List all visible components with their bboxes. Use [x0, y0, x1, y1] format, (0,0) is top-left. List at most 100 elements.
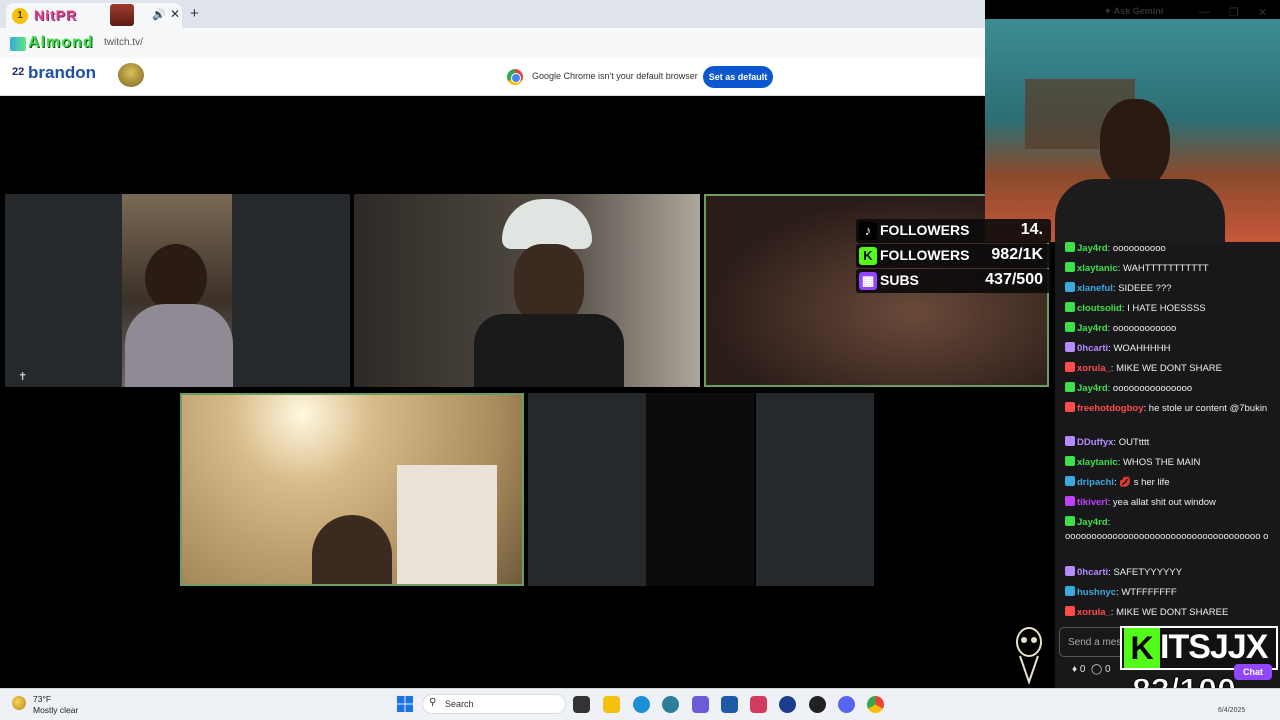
channel-points[interactable]: ♦ 0 ◯ 0 [1072, 664, 1111, 675]
chat-username[interactable]: xlaytanic [1077, 457, 1118, 468]
chat-username[interactable]: 0hcarti [1077, 343, 1108, 354]
chat-username[interactable]: freehotdogboy [1077, 403, 1144, 414]
chat-badge-icon [1065, 362, 1075, 372]
chat-message: hushnyc: WTFFFFFFF [1065, 586, 1275, 600]
chrome-taskbar-icon[interactable] [867, 696, 884, 713]
set-default-button[interactable]: Set as default [703, 66, 773, 88]
chat-username[interactable]: xorula_ [1077, 607, 1111, 618]
url-field[interactable]: twitch.tv/ [104, 37, 143, 48]
chat-message: cloutsolid: I HATE HOESSSS [1065, 302, 1275, 316]
chat-panel: Jay4rd: oooooooooo xlaytanic: WAHTTTTTTTT… [1055, 242, 1280, 688]
tab-favicon-image [110, 4, 134, 26]
counter-value: 14. [1020, 221, 1043, 238]
video-tile-7[interactable] [756, 393, 874, 586]
app-icon-2[interactable] [809, 696, 826, 713]
chat-badge-icon [1065, 476, 1075, 486]
chat-badge-icon [1065, 456, 1075, 466]
chat-username[interactable]: Jay4rd [1077, 243, 1108, 254]
file-explorer-icon[interactable] [603, 696, 620, 713]
chat-button[interactable]: Chat [1234, 664, 1272, 680]
counter-value: 982/1K [991, 246, 1043, 263]
goal-channel-name: ITSJJX [1160, 628, 1268, 666]
chat-username[interactable]: Jay4rd [1077, 323, 1108, 334]
chat-badge-icon [1065, 282, 1075, 292]
video-tile-6[interactable] [646, 393, 754, 586]
ask-gemini-label: Ask Gemini [1113, 6, 1164, 16]
window-close-icon[interactable]: ✕ [1258, 6, 1267, 19]
chat-text: I HATE HOESSSS [1127, 303, 1206, 314]
participant-shirt [474, 314, 624, 387]
chat-text: WOAHHHHH [1113, 343, 1171, 354]
chat-username[interactable]: xlaneful [1077, 283, 1113, 294]
close-icon[interactable]: ✕ [170, 7, 180, 21]
chat-username[interactable]: xorula_ [1077, 363, 1111, 374]
discord-icon[interactable] [838, 696, 855, 713]
participant-hoodie [125, 304, 233, 387]
mic-off-icon[interactable]: ✝ [18, 370, 27, 383]
participant-head [312, 515, 392, 584]
chat-username[interactable]: hushnyc [1077, 587, 1116, 598]
taskbar-search[interactable] [422, 694, 566, 714]
chat-username[interactable]: tikiverl [1077, 497, 1108, 508]
taskbar-date: 6/4/2025 [1218, 707, 1246, 714]
chat-message: tikiverl: yea allat shit out window [1065, 496, 1275, 510]
maximize-icon[interactable]: ❐ [1229, 6, 1239, 19]
minimize-icon[interactable]: — [1199, 6, 1210, 18]
pocket-icon[interactable] [750, 696, 767, 713]
plus-icon[interactable]: + [190, 5, 199, 22]
chat-username[interactable]: 0hcarti [1077, 567, 1108, 578]
counter-label: FOLLOWERS [880, 247, 970, 263]
chat-badge-icon [1065, 402, 1075, 412]
browser-tab[interactable]: 1 NitPR 🔊 ✕ [6, 3, 182, 28]
counter-label: FOLLOWERS [880, 222, 970, 238]
tab-title: NitPR [34, 7, 78, 23]
chat-text: 💋 s her life [1119, 477, 1170, 488]
counter-tiktok: ♪ FOLLOWERS 14. [856, 219, 1051, 243]
counter-value: 437/500 [985, 271, 1043, 288]
bookmark-name[interactable]: brandon [28, 63, 96, 83]
chat-username[interactable]: Jay4rd [1077, 517, 1108, 528]
chat-badge-icon [1065, 342, 1075, 352]
video-tile-2[interactable] [354, 194, 700, 387]
ask-gemini-button[interactable]: ✦ Ask Gemini [1104, 6, 1163, 17]
chat-message: xorula_: MIKE WE DONT SHARE [1065, 362, 1275, 376]
chat-text: WAHTTTTTTTTTTT [1122, 263, 1209, 274]
chat-message: 0hcarti: WOAHHHHH [1065, 342, 1275, 356]
tiktok-icon: ♪ [859, 222, 877, 240]
chat-badge-icon [1065, 302, 1075, 312]
chat-message: Jay4rd: oooooooooo [1065, 242, 1275, 256]
chat-text: yea allat shit out window [1112, 497, 1216, 508]
edge-icon[interactable] [633, 696, 650, 713]
kick-icon: K [859, 247, 877, 265]
chat-username[interactable]: cloutsolid [1077, 303, 1122, 314]
chat-badge-icon [1065, 382, 1075, 392]
chat-username[interactable]: xlaytanic [1077, 263, 1118, 274]
task-view-icon[interactable] [573, 696, 590, 713]
video-tile-5[interactable] [528, 393, 646, 586]
video-tile-4[interactable] [180, 393, 524, 586]
speaker-icon[interactable]: 🔊 [152, 8, 166, 21]
ea-icon[interactable] [779, 696, 796, 713]
chat-username[interactable]: dripachi [1077, 477, 1114, 488]
chat-message: dripachi: 💋 s her life [1065, 476, 1275, 490]
bookmark-avatar [118, 63, 144, 87]
chat-username[interactable]: DDuffyx [1077, 437, 1113, 448]
chat-badge-icon [1065, 436, 1075, 446]
gamepad-icon[interactable] [692, 696, 709, 713]
default-browser-message: Google Chrome isn't your default browser [532, 71, 698, 81]
app-icon[interactable] [662, 696, 679, 713]
windows-start-icon[interactable] [397, 696, 413, 712]
screen: 1 NitPR 🔊 ✕ + ✦ Ask Gemini — ❐ ✕ twitch.… [0, 0, 1280, 720]
store-icon[interactable] [721, 696, 738, 713]
video-tile-1[interactable]: ✝ [5, 194, 350, 387]
chat-message: DDuffyx: OUTtttt [1065, 436, 1275, 450]
chat-badge-icon [1065, 516, 1075, 526]
chat-username[interactable]: Jay4rd [1077, 383, 1108, 394]
chrome-icon [507, 69, 523, 85]
points-value: 0 [1079, 664, 1086, 675]
info-bar [0, 58, 985, 96]
chat-message: Jay4rd: oooooooooooo [1065, 322, 1275, 336]
chat-text: OUTtttt [1118, 437, 1150, 448]
chat-text: WTFFFFFFF [1121, 587, 1177, 598]
search-icon: ⚲ [429, 697, 437, 708]
